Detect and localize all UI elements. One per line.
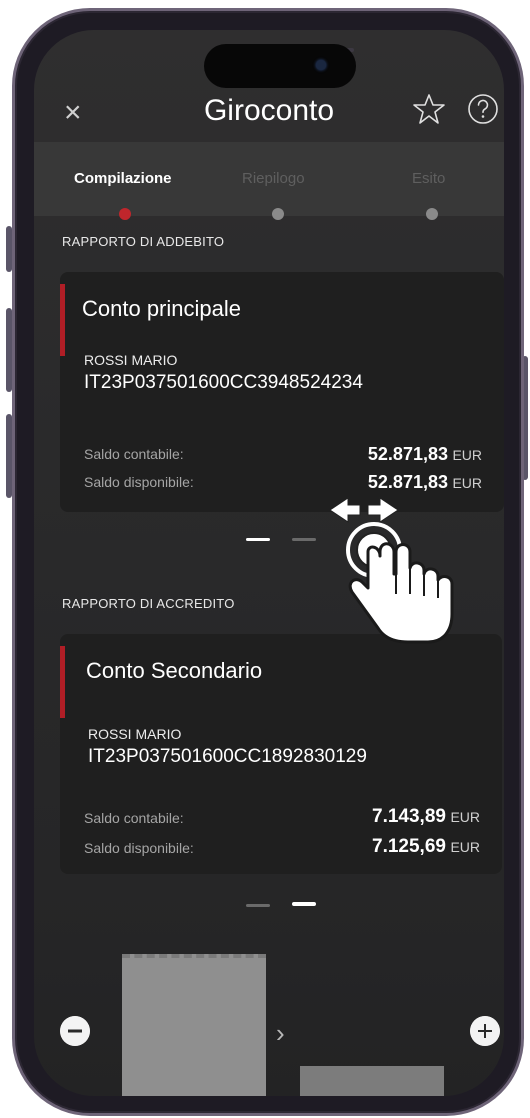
pager-dot-active[interactable]	[246, 538, 270, 541]
camera-icon	[316, 60, 326, 70]
step-dot	[272, 208, 284, 220]
currency-label: EUR	[452, 475, 482, 491]
credit-section-label: RAPPORTO DI ACCREDITO	[62, 596, 235, 611]
document-preview-left[interactable]	[122, 954, 266, 1096]
available-balance-amount: 7.125,69	[372, 836, 446, 857]
chevron-right-icon[interactable]: ›	[276, 1018, 285, 1049]
account-name: Conto Secondario	[86, 658, 263, 683]
app-header: × Giroconto	[34, 90, 504, 140]
step-dot	[426, 208, 438, 220]
accounting-balance-value: 7.143,89 EUR	[372, 806, 480, 828]
help-icon[interactable]	[466, 92, 500, 126]
step-dot-active	[119, 208, 131, 220]
plus-icon[interactable]	[470, 1016, 500, 1046]
account-iban: IT23P037501600CC3948524234	[84, 372, 363, 393]
accounting-balance-amount: 7.143,89	[372, 806, 446, 827]
accounting-balance-label: Saldo contabile:	[84, 810, 184, 826]
swipe-hand-icon	[329, 497, 454, 644]
accounting-balance-label: Saldo contabile:	[84, 446, 184, 462]
step-compilazione: Compilazione	[74, 170, 172, 187]
account-holder: ROSSI MARIO	[84, 352, 178, 368]
currency-label: EUR	[450, 839, 480, 855]
progress-stepper: Compilazione Riepilogo Esito	[34, 142, 504, 216]
account-name: Conto principale	[82, 296, 241, 321]
accounting-balance-value: 52.871,83 EUR	[368, 444, 482, 465]
available-balance-label: Saldo disponibile:	[84, 474, 194, 490]
swipe-arrows-icon	[329, 497, 399, 523]
dynamic-island	[204, 44, 356, 88]
pager-dot[interactable]	[292, 538, 316, 541]
currency-label: EUR	[450, 809, 480, 825]
pager-dot-active[interactable]	[292, 902, 316, 906]
available-balance-value: 7.125,69 EUR	[372, 836, 480, 858]
step-riepilogo: Riepilogo	[242, 170, 305, 187]
currency-label: EUR	[452, 447, 482, 463]
minus-icon[interactable]	[60, 1016, 90, 1046]
star-icon[interactable]	[412, 92, 446, 126]
available-balance-label: Saldo disponibile:	[84, 840, 194, 856]
credit-account-card[interactable]: Conto Secondario ROSSI MARIO IT23P037501…	[60, 634, 502, 874]
pager-dot[interactable]	[246, 904, 270, 907]
available-balance-value: 52.871,83 EUR	[368, 472, 482, 493]
account-iban: IT23P037501600CC1892830129	[88, 746, 367, 767]
card-accent-bar	[60, 284, 65, 356]
document-preview-right[interactable]	[300, 1066, 444, 1096]
available-balance-amount: 52.871,83	[367, 472, 448, 492]
debit-account-card[interactable]: Conto principale ROSSI MARIO IT23P037501…	[60, 272, 504, 512]
debit-section-label: RAPPORTO DI ADDEBITO	[62, 234, 225, 249]
card-accent-bar	[60, 646, 65, 718]
account-holder: ROSSI MARIO	[88, 726, 182, 742]
accounting-balance-amount: 52.871,83	[367, 444, 448, 464]
step-esito: Esito	[412, 170, 446, 187]
